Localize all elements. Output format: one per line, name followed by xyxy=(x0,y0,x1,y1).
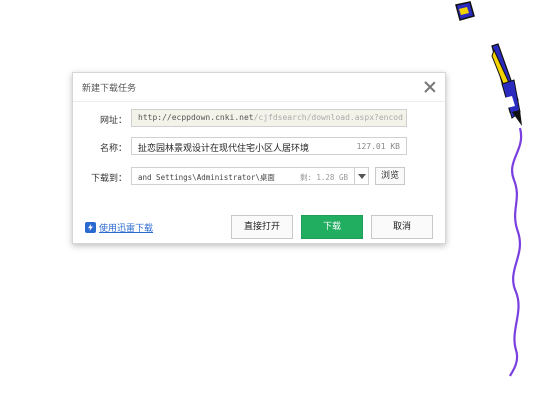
cancel-button[interactable]: 取消 xyxy=(371,215,433,239)
url-label: 网址： xyxy=(99,116,127,126)
file-size-text: 127.01 KB xyxy=(356,142,400,151)
dialog-titlebar: 新建下载任务 xyxy=(73,73,445,102)
url-text: http://ecppdown.cnki.net/cjfdsearch/down… xyxy=(138,113,403,122)
save-path-text: and Settings\Administrator\桌面 xyxy=(138,173,275,182)
thunder-link-label: 使用迅雷下载 xyxy=(99,224,154,234)
name-label: 名称： xyxy=(99,144,127,154)
file-name-text: 扯恋园林景观设计在现代住宅小区人居环境 xyxy=(138,144,310,154)
name-row: 名称： 扯恋园林景观设计在现代住宅小区人居环境 127.01 KB xyxy=(73,137,445,157)
download-button[interactable]: 下载 xyxy=(301,215,363,239)
file-name-field[interactable]: 扯恋园林景观设计在现代住宅小区人居环境 127.01 KB xyxy=(131,137,407,155)
url-row: 网址： http://ecppdown.cnki.net/cjfdsearch/… xyxy=(73,109,445,129)
close-icon[interactable] xyxy=(423,80,437,94)
open-directly-button[interactable]: 直接打开 xyxy=(231,215,293,239)
url-field[interactable]: http://ecppdown.cnki.net/cjfdsearch/down… xyxy=(131,109,407,127)
free-space-text: 剩: 1.28 GB xyxy=(296,172,348,183)
thunder-download-link[interactable]: 使用迅雷下载 xyxy=(85,221,153,234)
new-download-dialog: 新建下载任务 网址： http://ecppdown.cnki.net/cjfd… xyxy=(72,72,446,244)
url-rest: /cjfdsearch/download.aspx?encod xyxy=(253,113,403,122)
url-prefix: http://ecppdown.cnki.net xyxy=(138,113,254,122)
browse-button[interactable]: 浏览 xyxy=(375,167,405,185)
path-row: 下载到： and Settings\Administrator\桌面 剩: 1.… xyxy=(73,167,445,187)
dialog-title: 新建下载任务 xyxy=(82,84,137,94)
save-path-field[interactable]: and Settings\Administrator\桌面 剩: 1.28 GB xyxy=(131,167,355,185)
path-dropdown-button[interactable] xyxy=(355,167,369,185)
path-label: 下载到： xyxy=(90,174,127,184)
chevron-down-icon xyxy=(358,174,366,179)
pencil-icon xyxy=(455,1,523,377)
thunder-icon xyxy=(85,222,96,233)
